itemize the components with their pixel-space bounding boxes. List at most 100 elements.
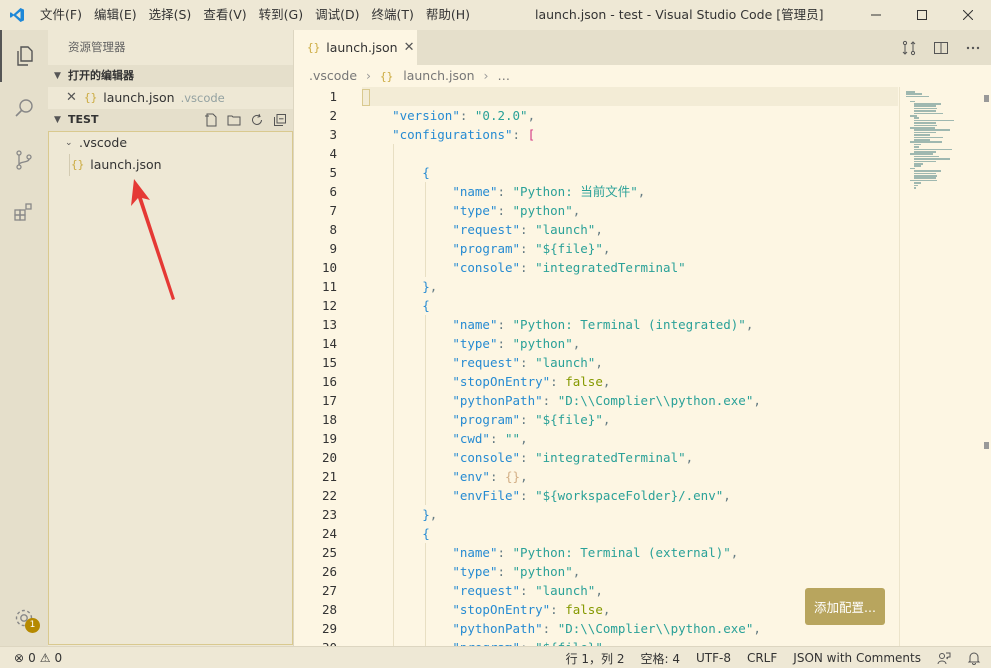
minimap-line <box>914 146 920 148</box>
line-number: 21 <box>321 469 337 484</box>
indentation[interactable]: 空格: 4 <box>640 650 680 667</box>
explorer-icon[interactable] <box>0 30 48 82</box>
menu-terminal[interactable]: 终端(T) <box>365 0 419 30</box>
workspace-actions <box>204 109 287 131</box>
code-editor[interactable]: 1 2 3 4 5 6 7 8 9 10 11 12 13 14 15 16 17 18 19 20 21 22 23 24 2… <box>295 87 991 646</box>
close-window-button[interactable] <box>945 0 991 30</box>
problems-indicator[interactable]: ⊗ 0 ⚠ 0 <box>14 647 62 668</box>
minimap-line <box>910 179 937 182</box>
minimap-line <box>914 165 922 167</box>
code-line: "program": "${file}", <box>452 241 611 256</box>
code-line: "type": "python", <box>452 336 581 351</box>
source-control-icon[interactable] <box>0 134 48 186</box>
minimap-line <box>906 91 915 93</box>
breadcrumb-more[interactable]: … <box>498 68 511 83</box>
code-line: { <box>422 526 430 541</box>
minimap-line <box>910 100 916 103</box>
chevron-down-icon: ⌄ <box>65 138 73 148</box>
new-file-icon[interactable] <box>204 113 218 127</box>
minimap-line <box>914 134 931 136</box>
breadcrumb-file[interactable]: launch.json <box>403 68 474 83</box>
menu-selection[interactable]: 选择(S) <box>143 0 198 30</box>
tree-indent-guide <box>69 154 70 176</box>
close-tab-icon[interactable]: ✕ <box>404 40 415 55</box>
line-number: 26 <box>321 564 337 579</box>
notification-bell-icon[interactable] <box>967 651 981 665</box>
editor-actions <box>901 30 981 65</box>
line-number: 18 <box>321 412 337 427</box>
collapse-all-icon[interactable] <box>273 113 287 127</box>
breadcrumb-folder[interactable]: .vscode <box>309 68 357 83</box>
minimap-line <box>910 115 918 117</box>
window-controls <box>853 0 991 30</box>
code-content: "version": "0.2.0", "configurations": [ … <box>362 87 898 646</box>
close-icon[interactable]: ✕ <box>66 87 84 109</box>
extensions-icon[interactable] <box>0 186 48 238</box>
minimap-line <box>914 170 941 172</box>
tree-folder-vscode[interactable]: ⌄ .vscode <box>49 132 292 154</box>
menu-help[interactable]: 帮助(H) <box>420 0 476 30</box>
tree-file-launch-json[interactable]: {} launch.json <box>49 154 292 176</box>
tab-launch-json[interactable]: {} launch.json ✕ <box>295 30 417 65</box>
text-cursor <box>362 89 370 106</box>
red-arrow-annotation <box>131 179 175 300</box>
minimap-line <box>914 155 940 158</box>
workspace-section[interactable]: ▼ TEST <box>48 109 293 131</box>
menu-edit[interactable]: 编辑(E) <box>88 0 143 30</box>
maximize-button[interactable] <box>899 0 945 30</box>
tab-label: launch.json <box>326 40 398 55</box>
add-configuration-button[interactable]: 添加配置... <box>805 588 885 625</box>
minimap-line <box>910 153 934 155</box>
minimize-button[interactable] <box>853 0 899 30</box>
language-mode[interactable]: JSON with Comments <box>793 651 921 665</box>
line-number: 4 <box>329 146 337 161</box>
sidebar-title: 资源管理器 <box>68 40 126 54</box>
minimap-line <box>914 139 931 141</box>
code-line: "name": "Python: Terminal (external)", <box>452 545 739 560</box>
settings-gear-icon[interactable]: 1 <box>0 598 48 638</box>
code-line: "stopOnEntry": false, <box>452 374 611 389</box>
menu-debug[interactable]: 调试(D) <box>309 0 365 30</box>
menu-file[interactable]: 文件(F) <box>34 0 88 30</box>
open-changes-icon[interactable] <box>901 40 917 56</box>
menu-go[interactable]: 转到(G) <box>253 0 309 30</box>
error-icon: ⊗ <box>14 651 25 665</box>
more-actions-icon[interactable] <box>965 40 981 56</box>
line-number: 7 <box>329 203 337 218</box>
line-number: 27 <box>321 583 337 598</box>
encoding[interactable]: UTF-8 <box>696 651 731 665</box>
search-icon[interactable] <box>0 82 48 134</box>
line-number: 19 <box>321 431 337 446</box>
refresh-icon[interactable] <box>250 113 264 127</box>
minimap-line <box>914 122 936 124</box>
minimap-line <box>914 119 954 122</box>
open-editors-section[interactable]: ▼ 打开的编辑器 <box>48 65 293 87</box>
open-editor-filename: launch.json <box>103 90 175 105</box>
feedback-icon[interactable] <box>937 651 951 665</box>
minimap-line <box>914 136 943 139</box>
minimap-line <box>914 158 950 160</box>
open-editor-folder: .vscode <box>180 91 225 105</box>
open-editor-item[interactable]: ✕ {} launch.json .vscode <box>48 87 293 109</box>
code-line: { <box>422 298 430 313</box>
line-number: 30 <box>295 638 343 646</box>
code-line: { <box>422 165 430 180</box>
line-number: 16 <box>321 374 337 389</box>
line-number: 6 <box>329 184 337 199</box>
code-line <box>362 87 898 106</box>
minimap-line <box>914 184 918 187</box>
line-number: 23 <box>321 507 337 522</box>
cursor-position[interactable]: 行 1，列 2 <box>566 650 625 667</box>
minimap[interactable] <box>899 87 991 646</box>
scrollbar-marker <box>984 95 989 102</box>
new-folder-icon[interactable] <box>227 113 241 127</box>
title-bar: 文件(F) 编辑(E) 选择(S) 查看(V) 转到(G) 调试(D) 终端(T… <box>0 0 991 30</box>
minimap-line <box>910 141 943 143</box>
menu-view[interactable]: 查看(V) <box>197 0 252 30</box>
code-line: "request": "launch", <box>452 222 603 237</box>
end-of-line[interactable]: CRLF <box>747 651 777 665</box>
split-editor-icon[interactable] <box>933 40 949 56</box>
minimap-line <box>914 117 920 119</box>
minimap-line <box>914 187 916 189</box>
json-file-icon: {} <box>307 41 321 54</box>
